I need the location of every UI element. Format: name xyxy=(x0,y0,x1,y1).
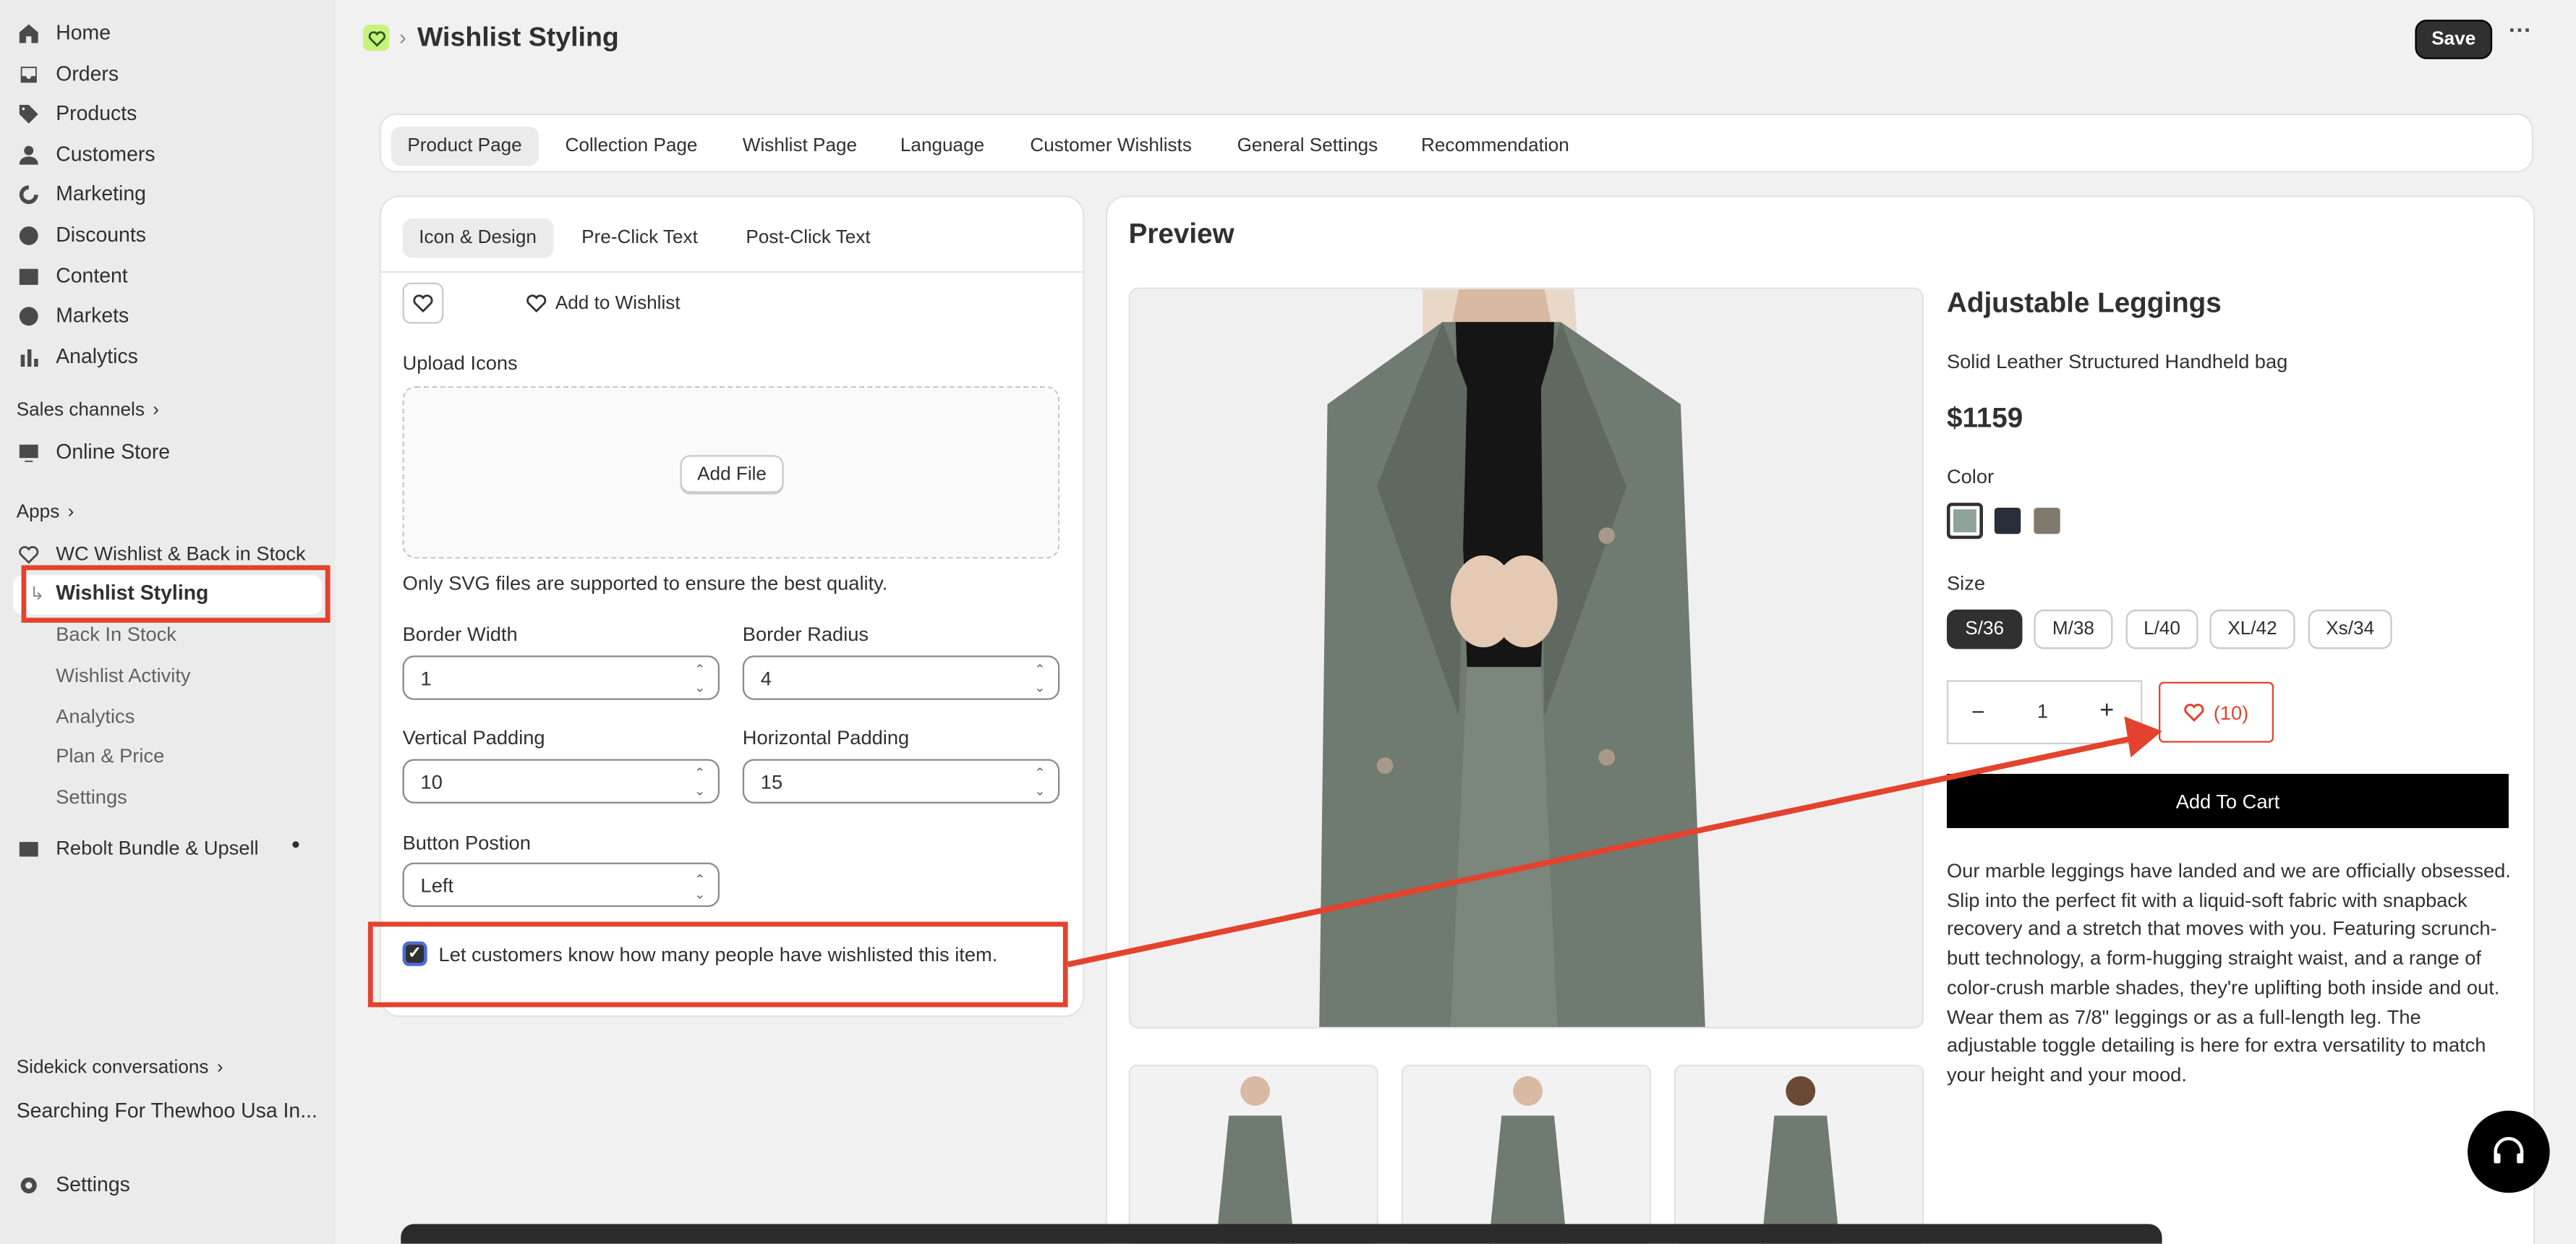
annotation-arrow xyxy=(1067,716,2162,968)
dock-bar xyxy=(401,1224,2162,1244)
